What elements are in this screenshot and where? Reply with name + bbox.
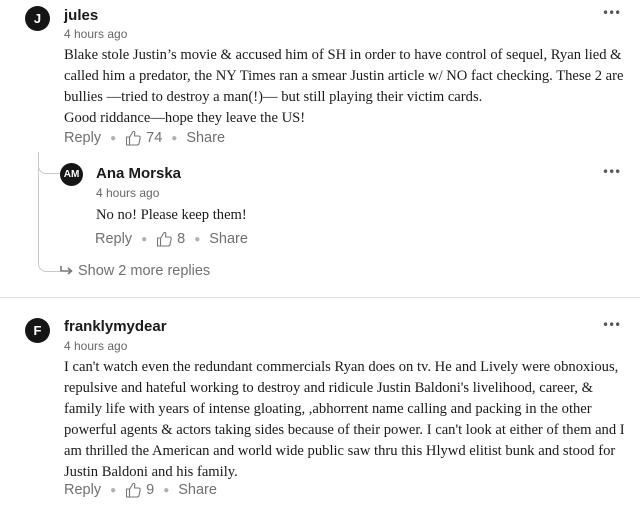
more-options-icon[interactable]: ••• [602,7,621,19]
show-more-label: Show 2 more replies [78,263,211,279]
comment-timestamp: 4 hours ago [64,27,128,41]
comment-actions: Reply ● 8 ● Share [95,231,248,247]
more-options-icon[interactable]: ••• [602,319,621,331]
thumbs-up-icon [157,231,172,247]
separator-dot: ● [141,233,148,245]
thread-connector [38,162,60,174]
comment-body: No no! Please keep them! [96,207,247,223]
reply-button[interactable]: Reply [95,231,132,247]
show-more-replies-button[interactable]: Show 2 more replies [60,263,210,279]
avatar[interactable]: AM [60,163,83,186]
comment-author[interactable]: franklymydear [64,318,167,335]
separator-dot: ● [110,484,117,496]
comment-actions: Reply ● 9 ● Share [64,482,217,498]
share-button[interactable]: Share [209,231,248,247]
comment-paragraph: Blake stole Justin’s movie & accused him… [64,47,624,105]
like-button[interactable]: 8 [156,231,185,247]
comment-timestamp: 4 hours ago [64,339,128,353]
separator-dot: ● [163,484,170,496]
separator-dot: ● [110,132,117,144]
like-count: 9 [146,482,155,498]
comment-paragraph: Good riddance—hope they leave the US! [64,110,306,126]
comment-author[interactable]: jules [64,7,98,24]
comment-body: Blake stole Justin’s movie & accused him… [64,45,624,129]
like-count: 8 [177,231,186,247]
share-button[interactable]: Share [186,130,225,146]
separator-dot: ● [194,233,201,245]
share-button[interactable]: Share [178,482,217,498]
like-count: 74 [146,130,163,146]
avatar[interactable]: J [25,6,50,31]
thread-connector [38,250,60,272]
like-button[interactable]: 74 [125,130,162,146]
comment-author[interactable]: Ana Morska [96,165,181,182]
thumbs-up-icon [126,130,141,146]
thumbs-up-icon [126,482,141,498]
reply-arrow-icon [60,266,73,275]
comment-actions: Reply ● 74 ● Share [64,130,225,146]
comment-divider [0,297,640,298]
comment-timestamp: 4 hours ago [96,186,160,200]
reply-button[interactable]: Reply [64,482,101,498]
more-options-icon[interactable]: ••• [602,166,621,178]
separator-dot: ● [171,132,178,144]
like-button[interactable]: 9 [125,482,154,498]
comment-body: I can't watch even the redundant commerc… [64,359,625,480]
avatar[interactable]: F [25,318,50,343]
reply-button[interactable]: Reply [64,130,101,146]
